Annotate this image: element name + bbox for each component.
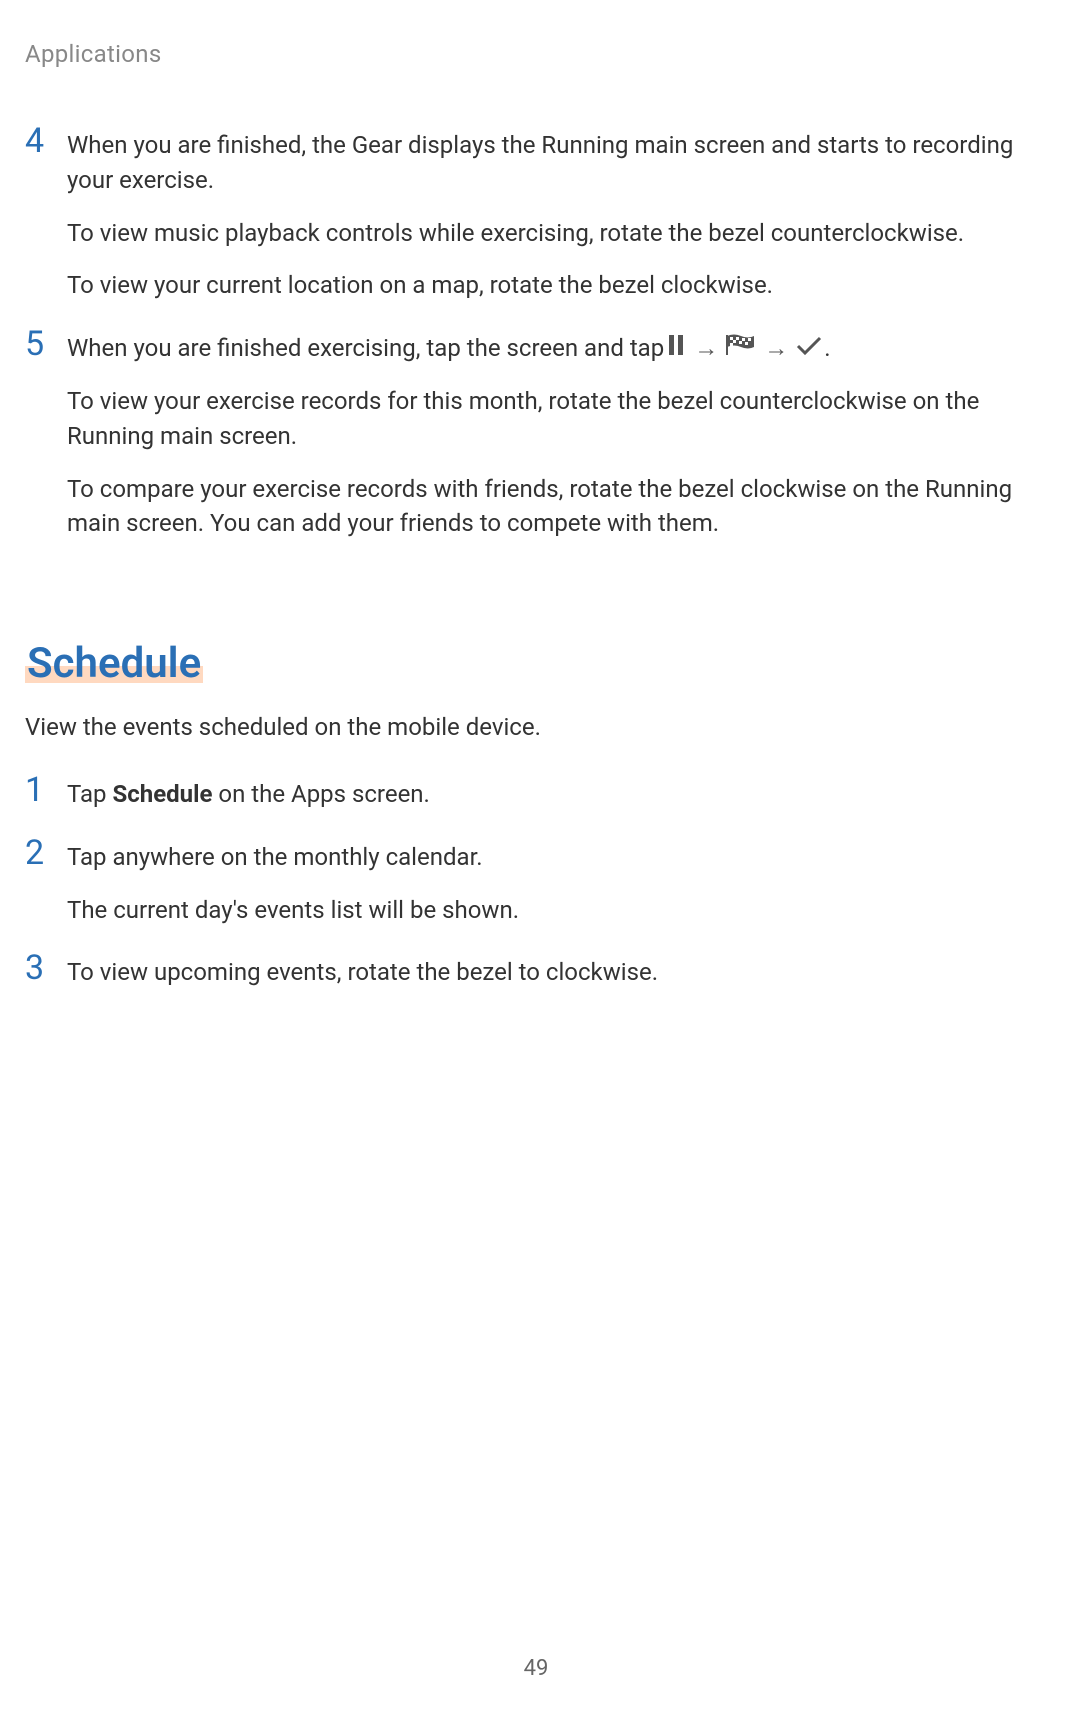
- schedule-intro: View the events scheduled on the mobile …: [25, 710, 1047, 745]
- step-5: 5 When you are finished exercising, tap …: [25, 331, 1047, 541]
- schedule-step-number-1: 1: [25, 773, 59, 812]
- finish-flag-icon: [726, 331, 756, 366]
- schedule-heading: Schedule: [25, 639, 203, 688]
- step-number-5: 5: [25, 327, 59, 541]
- schedule-step-1: 1 Tap Schedule on the Apps screen.: [25, 777, 1047, 812]
- schedule-step-2-content: Tap anywhere on the monthly calendar. Th…: [59, 840, 1047, 928]
- schedule-step-number-3: 3: [25, 951, 59, 990]
- schedule-step-1-content: Tap Schedule on the Apps screen.: [59, 777, 1047, 812]
- schedule-step-3: 3 To view upcoming events, rotate the be…: [25, 955, 1047, 990]
- schedule-step-2: 2 Tap anywhere on the monthly calendar. …: [25, 840, 1047, 928]
- step-4: 4 When you are finished, the Gear displa…: [25, 128, 1047, 303]
- arrow-icon-2: →: [764, 331, 788, 366]
- schedule-step-1-bold: Schedule: [112, 780, 212, 808]
- step-5-p1-prefix: When you are finished exercising, tap th…: [67, 331, 664, 366]
- step-4-p2: To view music playback controls while ex…: [67, 216, 1047, 251]
- page-number: 49: [0, 1656, 1072, 1681]
- schedule-step-3-p1: To view upcoming events, rotate the beze…: [67, 955, 1047, 990]
- page-header-title: Applications: [25, 40, 1047, 68]
- schedule-step-1-suffix: on the Apps screen.: [212, 780, 429, 808]
- step-5-p1-suffix: .: [824, 331, 830, 366]
- schedule-step-3-content: To view upcoming events, rotate the beze…: [59, 955, 1047, 990]
- schedule-step-number-2: 2: [25, 836, 59, 928]
- document-page: Applications 4 When you are finished, th…: [0, 0, 1072, 1719]
- schedule-step-1-p1: Tap Schedule on the Apps screen.: [67, 777, 1047, 812]
- arrow-icon-1: →: [694, 331, 718, 366]
- step-5-p2: To view your exercise records for this m…: [67, 384, 1047, 454]
- schedule-step-2-p2: The current day's events list will be sh…: [67, 893, 1047, 928]
- step-number-4: 4: [25, 124, 59, 303]
- step-4-p1: When you are finished, the Gear displays…: [67, 128, 1047, 198]
- step-5-content: When you are finished exercising, tap th…: [59, 331, 1047, 541]
- step-4-p3: To view your current location on a map, …: [67, 268, 1047, 303]
- step-5-p1: When you are finished exercising, tap th…: [67, 331, 1047, 366]
- check-icon: [796, 331, 822, 366]
- schedule-step-1-prefix: Tap: [67, 780, 112, 808]
- step-4-content: When you are finished, the Gear displays…: [59, 128, 1047, 303]
- schedule-step-2-p1: Tap anywhere on the monthly calendar.: [67, 840, 1047, 875]
- step-5-p3: To compare your exercise records with fr…: [67, 472, 1047, 542]
- pause-icon: [666, 331, 686, 366]
